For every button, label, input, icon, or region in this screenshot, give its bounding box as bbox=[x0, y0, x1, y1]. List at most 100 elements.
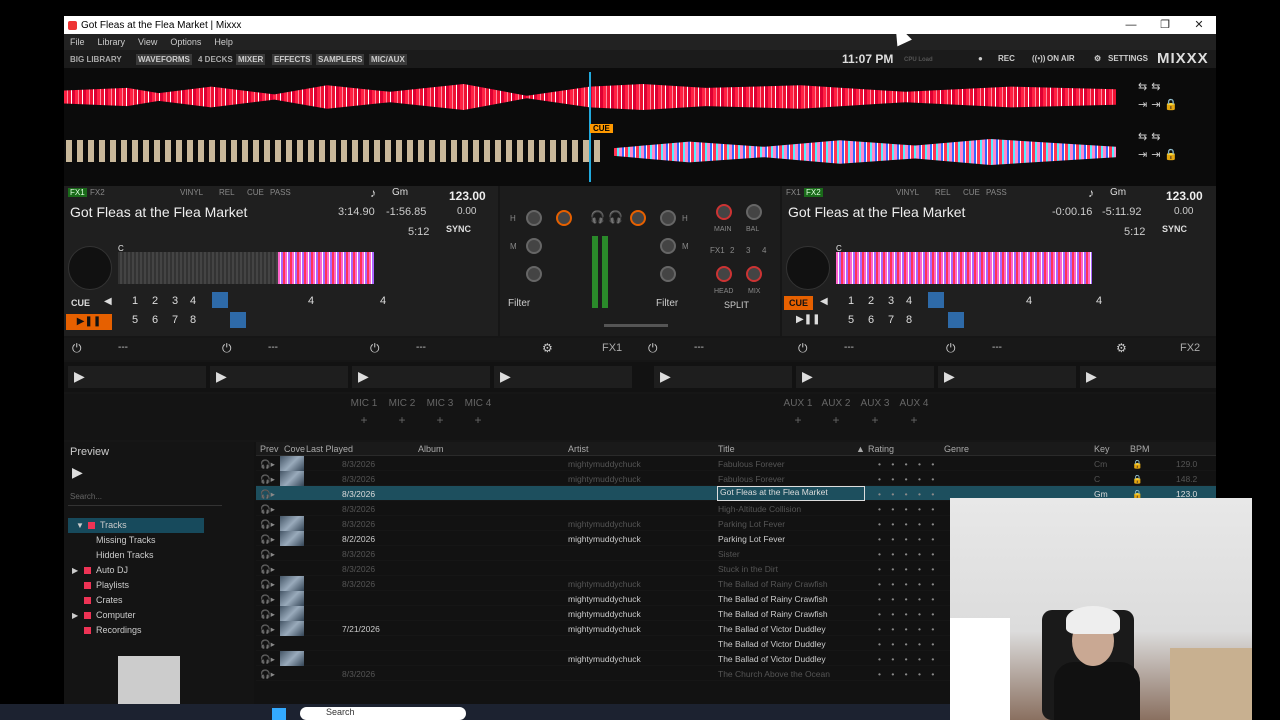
headphone-preview-icon[interactable]: 🎧▸ bbox=[260, 564, 275, 575]
tree-item-recordings[interactable]: Recordings bbox=[64, 623, 254, 638]
mic-2[interactable]: MIC 2 + bbox=[386, 398, 418, 427]
play-icon[interactable]: ▶ bbox=[660, 368, 671, 385]
deck2-waveform[interactable] bbox=[614, 139, 1116, 165]
chevron-right-icon[interactable]: ▶ bbox=[72, 608, 78, 623]
plus-icon[interactable]: + bbox=[424, 413, 456, 427]
tree-item-playlists[interactable]: Playlists bbox=[64, 578, 254, 593]
headphone-preview-icon[interactable]: 🎧▸ bbox=[260, 534, 275, 545]
lock-icon[interactable]: 🔒 bbox=[1132, 459, 1143, 470]
aux-2[interactable]: AUX 2 + bbox=[820, 398, 852, 427]
chevron-right-icon[interactable]: ▶ bbox=[72, 563, 78, 578]
fx1-slot3-select[interactable]: --- bbox=[416, 342, 426, 353]
headphone-preview-icon[interactable]: 🎧▸ bbox=[260, 654, 275, 665]
chevron-down-icon[interactable]: ▼ bbox=[76, 518, 84, 533]
deck1-fx2-toggle[interactable]: FX2 bbox=[90, 188, 105, 197]
gear-icon[interactable]: ⚙ bbox=[1116, 341, 1127, 355]
deck1-gain-knob[interactable] bbox=[556, 210, 572, 226]
sampler-4[interactable]: ▶ bbox=[494, 366, 632, 388]
deck1-rel[interactable]: REL bbox=[219, 188, 235, 197]
sampler-3[interactable]: ▶ bbox=[352, 366, 490, 388]
deck1-sync-button[interactable]: SYNC bbox=[446, 224, 471, 234]
cell-rating[interactable]: • • • • • bbox=[878, 624, 938, 634]
preview-play-icon[interactable]: ▶ bbox=[72, 464, 83, 481]
plus-icon[interactable]: + bbox=[859, 413, 891, 427]
deck2-overview[interactable] bbox=[836, 252, 1092, 284]
deck1-vinyl[interactable]: VINYL bbox=[180, 188, 203, 197]
deck1-hotcue-6[interactable]: 6 bbox=[152, 314, 158, 326]
deck2-hotcue-3[interactable]: 3 bbox=[888, 295, 894, 307]
deck1-hotcue-1[interactable]: 1 bbox=[132, 295, 138, 307]
headphone-preview-icon[interactable]: 🎧▸ bbox=[260, 669, 275, 680]
deck2-hotcue-8[interactable]: 8 bbox=[906, 314, 912, 326]
deck1-outro-icon[interactable] bbox=[230, 312, 246, 328]
search-input[interactable]: Search... bbox=[68, 492, 222, 506]
cell-rating[interactable]: • • • • • bbox=[878, 519, 938, 529]
toggle-4-decks[interactable]: 4 DECKS bbox=[196, 54, 235, 65]
fx2-slot1-select[interactable]: --- bbox=[694, 342, 704, 353]
deck1-overview-remaining[interactable] bbox=[278, 252, 374, 284]
fx2-slot3-select[interactable]: --- bbox=[992, 342, 1002, 353]
deck1-pass[interactable]: PASS bbox=[270, 188, 291, 197]
minimize-button[interactable]: — bbox=[1114, 16, 1148, 34]
maximize-button[interactable]: ❐ bbox=[1148, 16, 1182, 34]
cell-rating[interactable]: • • • • • bbox=[878, 549, 938, 559]
waveform-zoom-controls-1[interactable]: ⇆⇆ bbox=[1138, 80, 1164, 93]
fx1-slot1-power-icon[interactable]: ⏻ bbox=[72, 341, 82, 356]
fx-assign-3[interactable]: 3 bbox=[746, 246, 750, 255]
mic-1[interactable]: MIC 1 + bbox=[348, 398, 380, 427]
plus-icon[interactable]: + bbox=[898, 413, 930, 427]
fx-assign-4[interactable]: 4 bbox=[762, 246, 766, 255]
fx-assign-2[interactable]: 2 bbox=[730, 246, 734, 255]
cell-rating[interactable]: • • • • • bbox=[878, 489, 938, 499]
deck2-pass[interactable]: PASS bbox=[986, 188, 1007, 197]
cell-rating[interactable]: • • • • • bbox=[878, 579, 938, 589]
deck2-spinny[interactable] bbox=[786, 246, 830, 290]
head-gain-knob[interactable] bbox=[716, 266, 732, 282]
deck2-sync-button[interactable]: SYNC bbox=[1162, 224, 1187, 234]
deck1-hotcue-8[interactable]: 8 bbox=[190, 314, 196, 326]
tree-item-auto-dj[interactable]: ▶ Auto DJ bbox=[64, 563, 254, 578]
sampler-1[interactable]: ▶ bbox=[68, 366, 206, 388]
col-cover[interactable]: Cove bbox=[284, 444, 305, 454]
deck2-intro-icon[interactable] bbox=[928, 292, 944, 308]
headphone-preview-icon[interactable]: 🎧▸ bbox=[260, 519, 275, 530]
plus-icon[interactable]: + bbox=[782, 413, 814, 427]
deck2-eq-low-knob[interactable] bbox=[660, 266, 676, 282]
settings-button[interactable]: SETTINGS bbox=[1108, 54, 1148, 63]
deck2-bpm[interactable]: 123.00 bbox=[1166, 189, 1203, 203]
plus-icon[interactable]: + bbox=[462, 413, 494, 427]
cell-rating[interactable]: • • • • • bbox=[878, 504, 938, 514]
menu-file[interactable]: File bbox=[70, 37, 85, 47]
toggle-samplers[interactable]: SAMPLERS bbox=[316, 54, 365, 65]
deck2-eq-high-knob[interactable] bbox=[660, 210, 676, 226]
fx2-slot1-power-icon[interactable]: ⏻ bbox=[648, 341, 658, 356]
play-icon[interactable]: ▶ bbox=[500, 368, 511, 385]
plus-icon[interactable]: + bbox=[386, 413, 418, 427]
headphone-preview-icon[interactable]: 🎧▸ bbox=[260, 594, 275, 605]
plus-icon[interactable]: + bbox=[348, 413, 380, 427]
col-genre[interactable]: Genre bbox=[944, 444, 969, 454]
plus-icon[interactable]: + bbox=[820, 413, 852, 427]
deck2-outro-icon[interactable] bbox=[948, 312, 964, 328]
taskbar-search[interactable]: Search bbox=[300, 707, 466, 720]
deck2-fx2-toggle[interactable]: FX2 bbox=[804, 188, 823, 197]
sampler-8[interactable]: ▶ bbox=[1080, 366, 1216, 388]
play-icon[interactable]: ▶ bbox=[358, 368, 369, 385]
tree-item-hidden-tracks[interactable]: Hidden Tracks bbox=[64, 548, 254, 563]
aux-1[interactable]: AUX 1 + bbox=[782, 398, 814, 427]
aux-4[interactable]: AUX 4 + bbox=[898, 398, 930, 427]
col-prev[interactable]: Prev bbox=[260, 444, 279, 454]
fx1-slot1-select[interactable]: --- bbox=[118, 342, 128, 353]
cell-rating[interactable]: • • • • • bbox=[878, 459, 938, 469]
big-library-button[interactable]: BIG LIBRARY bbox=[68, 54, 124, 65]
deck2-hotcue-1[interactable]: 1 bbox=[848, 295, 854, 307]
gear-icon[interactable]: ⚙ bbox=[542, 341, 553, 355]
cell-rating[interactable]: • • • • • bbox=[878, 564, 938, 574]
cue-marker[interactable]: CUE bbox=[590, 124, 613, 133]
fx-assign-1[interactable]: FX1 bbox=[710, 246, 725, 255]
deck1-beatjump-size[interactable]: 4 bbox=[380, 295, 386, 307]
headphone-preview-icon[interactable]: 🎧▸ bbox=[260, 504, 275, 515]
play-icon[interactable]: ▶ bbox=[944, 368, 955, 385]
tree-item-crates[interactable]: Crates bbox=[64, 593, 254, 608]
deck1-hotcue-7[interactable]: 7 bbox=[172, 314, 178, 326]
